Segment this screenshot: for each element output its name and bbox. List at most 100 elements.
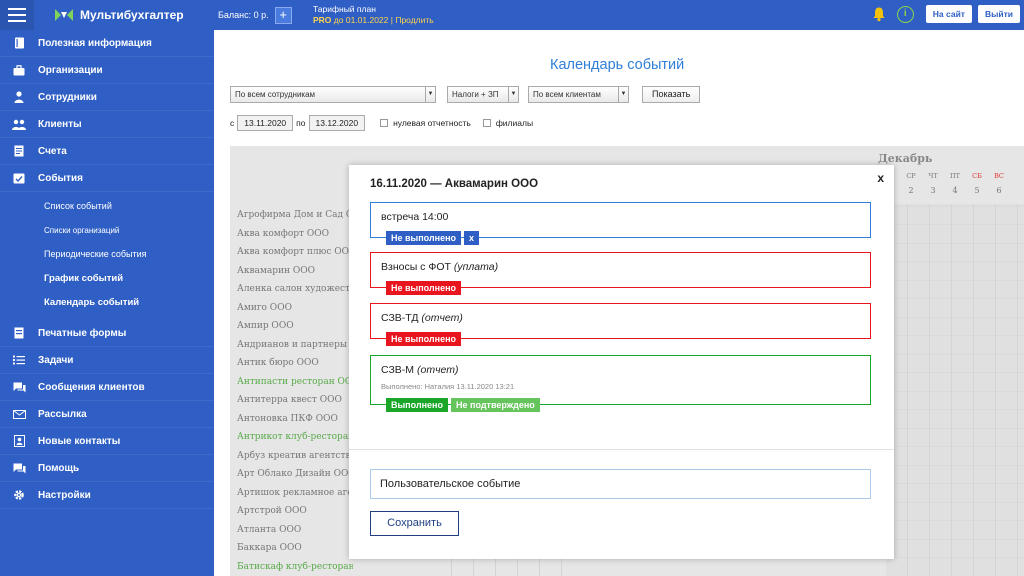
sidebar-item-help[interactable]: Помощь [0,455,214,482]
organization-row[interactable]: Арбуз креатив агентство ООО [237,447,353,466]
logo-icon [55,9,73,21]
branches-checkbox[interactable] [482,119,491,127]
organization-row[interactable]: Артишок рекламное агентство [237,484,353,503]
event-details-modal: 16.11.2020 — Аквамарин ООО x встреча 14:… [349,165,894,559]
organization-row[interactable]: Аква комфорт ООО [237,225,353,244]
page-title: Календарь событий [550,57,685,73]
organization-row[interactable]: Аквамарин ООО [237,262,353,281]
close-icon[interactable]: x [877,171,884,185]
event-name: СЗВ-М (отчет) [381,364,458,376]
sidebar-item-events[interactable]: События [0,165,214,192]
menu-toggle-button[interactable] [0,0,34,30]
event-card[interactable]: Взносы с ФОТ (уплата) Не выполнено [370,252,871,295]
event-title: Взносы с ФОТ [381,261,451,273]
status-badge[interactable]: Не выполнено [386,231,462,245]
date-from-input[interactable]: 13.11.2020 [237,115,294,131]
organization-row[interactable]: Ампир ООО [237,317,353,336]
sidebar-item-tasks[interactable]: Задачи [0,347,214,374]
app-name: Мультибухгалтер [80,8,184,22]
logo[interactable]: Мультибухгалтер [54,8,184,22]
sidebar-item-label: Полезная информация [38,37,152,49]
sidebar-item-print-forms[interactable]: Печатные формы [0,320,214,347]
info-icon[interactable]: i [896,5,914,23]
weekday-label: ВС [994,172,1004,180]
show-button[interactable]: Показать [642,86,701,103]
event-card[interactable]: встреча 14:00 Не выполнено x [370,202,871,245]
bell-icon[interactable] [871,6,887,22]
sidebar-item-invoices[interactable]: Счета [0,138,214,165]
sidebar-item-label: Настройки [38,489,91,501]
status-badge[interactable]: Не выполнено [386,281,462,295]
sidebar-item-label: Печатные формы [38,327,127,339]
day-number[interactable]: 4 [944,186,966,195]
organization-row[interactable]: Амиго ООО [237,299,353,318]
remove-status-button[interactable]: x [464,231,480,245]
select-value: По всем сотрудникам [235,90,316,99]
briefcase-icon [12,63,26,77]
sidebar-item-mailing[interactable]: Рассылка [0,401,214,428]
organization-row[interactable]: Батискаф клуб-ресторан ООО [237,558,353,576]
organization-row[interactable]: Аленка салон художественный [237,280,353,299]
organization-row[interactable]: Антоновка ПКФ ООО [237,410,353,429]
day-number[interactable]: 3 [922,186,944,195]
zero-reports-checkbox[interactable] [380,119,389,127]
organization-row[interactable]: Антрикот клуб-ресторан ООО [237,428,353,447]
organization-row[interactable]: Антитерра квест ООО [237,391,353,410]
type-filter-select[interactable]: Налоги + ЗП ▼ [447,86,519,103]
event-card[interactable]: СЗВ-ТД (отчет) Не выполнено [370,303,871,346]
event-card[interactable]: СЗВ-М (отчет) Выполнено: Наталия 13.11.20… [370,355,871,412]
sidebar-item-settings[interactable]: Настройки [0,482,214,509]
organization-row[interactable]: Агрофирма Дом и Сад ООО [237,206,353,225]
add-balance-button[interactable]: + [274,6,292,24]
event-kind: (отчет) [416,364,459,376]
organization-row[interactable]: Андрианов и партнеры ООО [237,336,353,355]
status-badge[interactable]: Не выполнено [386,332,462,346]
custom-event-input[interactable]: Пользовательское событие [370,469,871,499]
organization-row[interactable]: Антик бюро ООО [237,354,353,373]
day-number[interactable]: 2 [900,186,922,195]
chevron-down-icon: ▼ [508,87,518,102]
submenu-item-org-lists[interactable]: Списки организаций [0,218,214,242]
submenu-item-event-schedule[interactable]: График событий [0,266,214,290]
sidebar-item-label: Рассылка [38,408,87,420]
submenu-item-event-calendar[interactable]: Календарь событий [0,290,214,314]
print-forms-icon [12,326,26,340]
sidebar-item-client-messages[interactable]: Сообщения клиентов [0,374,214,401]
day-number[interactable]: 6 [988,186,1010,195]
sidebar-item-useful-info[interactable]: Полезная информация [0,30,214,57]
select-value: По всем клиентам [533,90,601,99]
sidebar-item-label: События [38,172,83,184]
modal-title: 16.11.2020 — Аквамарин ООО [370,178,539,190]
status-badge[interactable]: Не подтверждено [451,398,540,412]
date-to-input[interactable]: 13.12.2020 [308,115,366,131]
balance: Баланс: 0 р. + [218,0,292,30]
zero-reports-label: нулевая отчетность [393,118,471,128]
logout-button[interactable]: Выйти [977,5,1020,23]
submenu-item-periodic-events[interactable]: Периодические события [0,242,214,266]
client-filter-select[interactable]: По всем клиентам ▼ [528,86,629,103]
sidebar-item-new-contacts[interactable]: Новые контакты [0,428,214,455]
contacts-icon [12,434,26,448]
organization-row[interactable]: Атланта ООО [237,521,353,540]
status-badge[interactable]: Выполнено [386,398,448,412]
document-icon [12,144,26,158]
sidebar-item-employees[interactable]: Сотрудники [0,84,214,111]
organization-row[interactable]: Баккара ООО [237,539,353,558]
day-number[interactable]: 5 [966,186,988,195]
tariff-extend-link[interactable]: Продлить [395,15,433,25]
submenu-item-event-list[interactable]: Список событий [0,194,214,218]
organization-row[interactable]: Аква комфорт плюс ООО [237,243,353,262]
organization-row[interactable]: Артстрой ООО [237,502,353,521]
organization-row[interactable]: Антипасти ресторан ООО [237,373,353,392]
weekday-label: ЧТ [928,172,938,180]
sidebar-item-clients[interactable]: Клиенты [0,111,214,138]
sidebar-item-label: Сообщения клиентов [38,381,145,393]
organization-row[interactable]: Арт Облако Дизайн ООО [237,465,353,484]
save-button[interactable]: Сохранить [370,511,459,536]
organization-list: Агрофирма Дом и Сад ОООАква комфорт ОООА… [237,206,353,576]
employee-filter-select[interactable]: По всем сотрудникам ▼ [230,86,436,103]
sidebar-item-organizations[interactable]: Организации [0,57,214,84]
event-status-tags: Не выполнено [386,332,462,346]
balance-label: Баланс: 0 р. [218,10,269,20]
to-site-button[interactable]: На сайт [925,5,972,23]
